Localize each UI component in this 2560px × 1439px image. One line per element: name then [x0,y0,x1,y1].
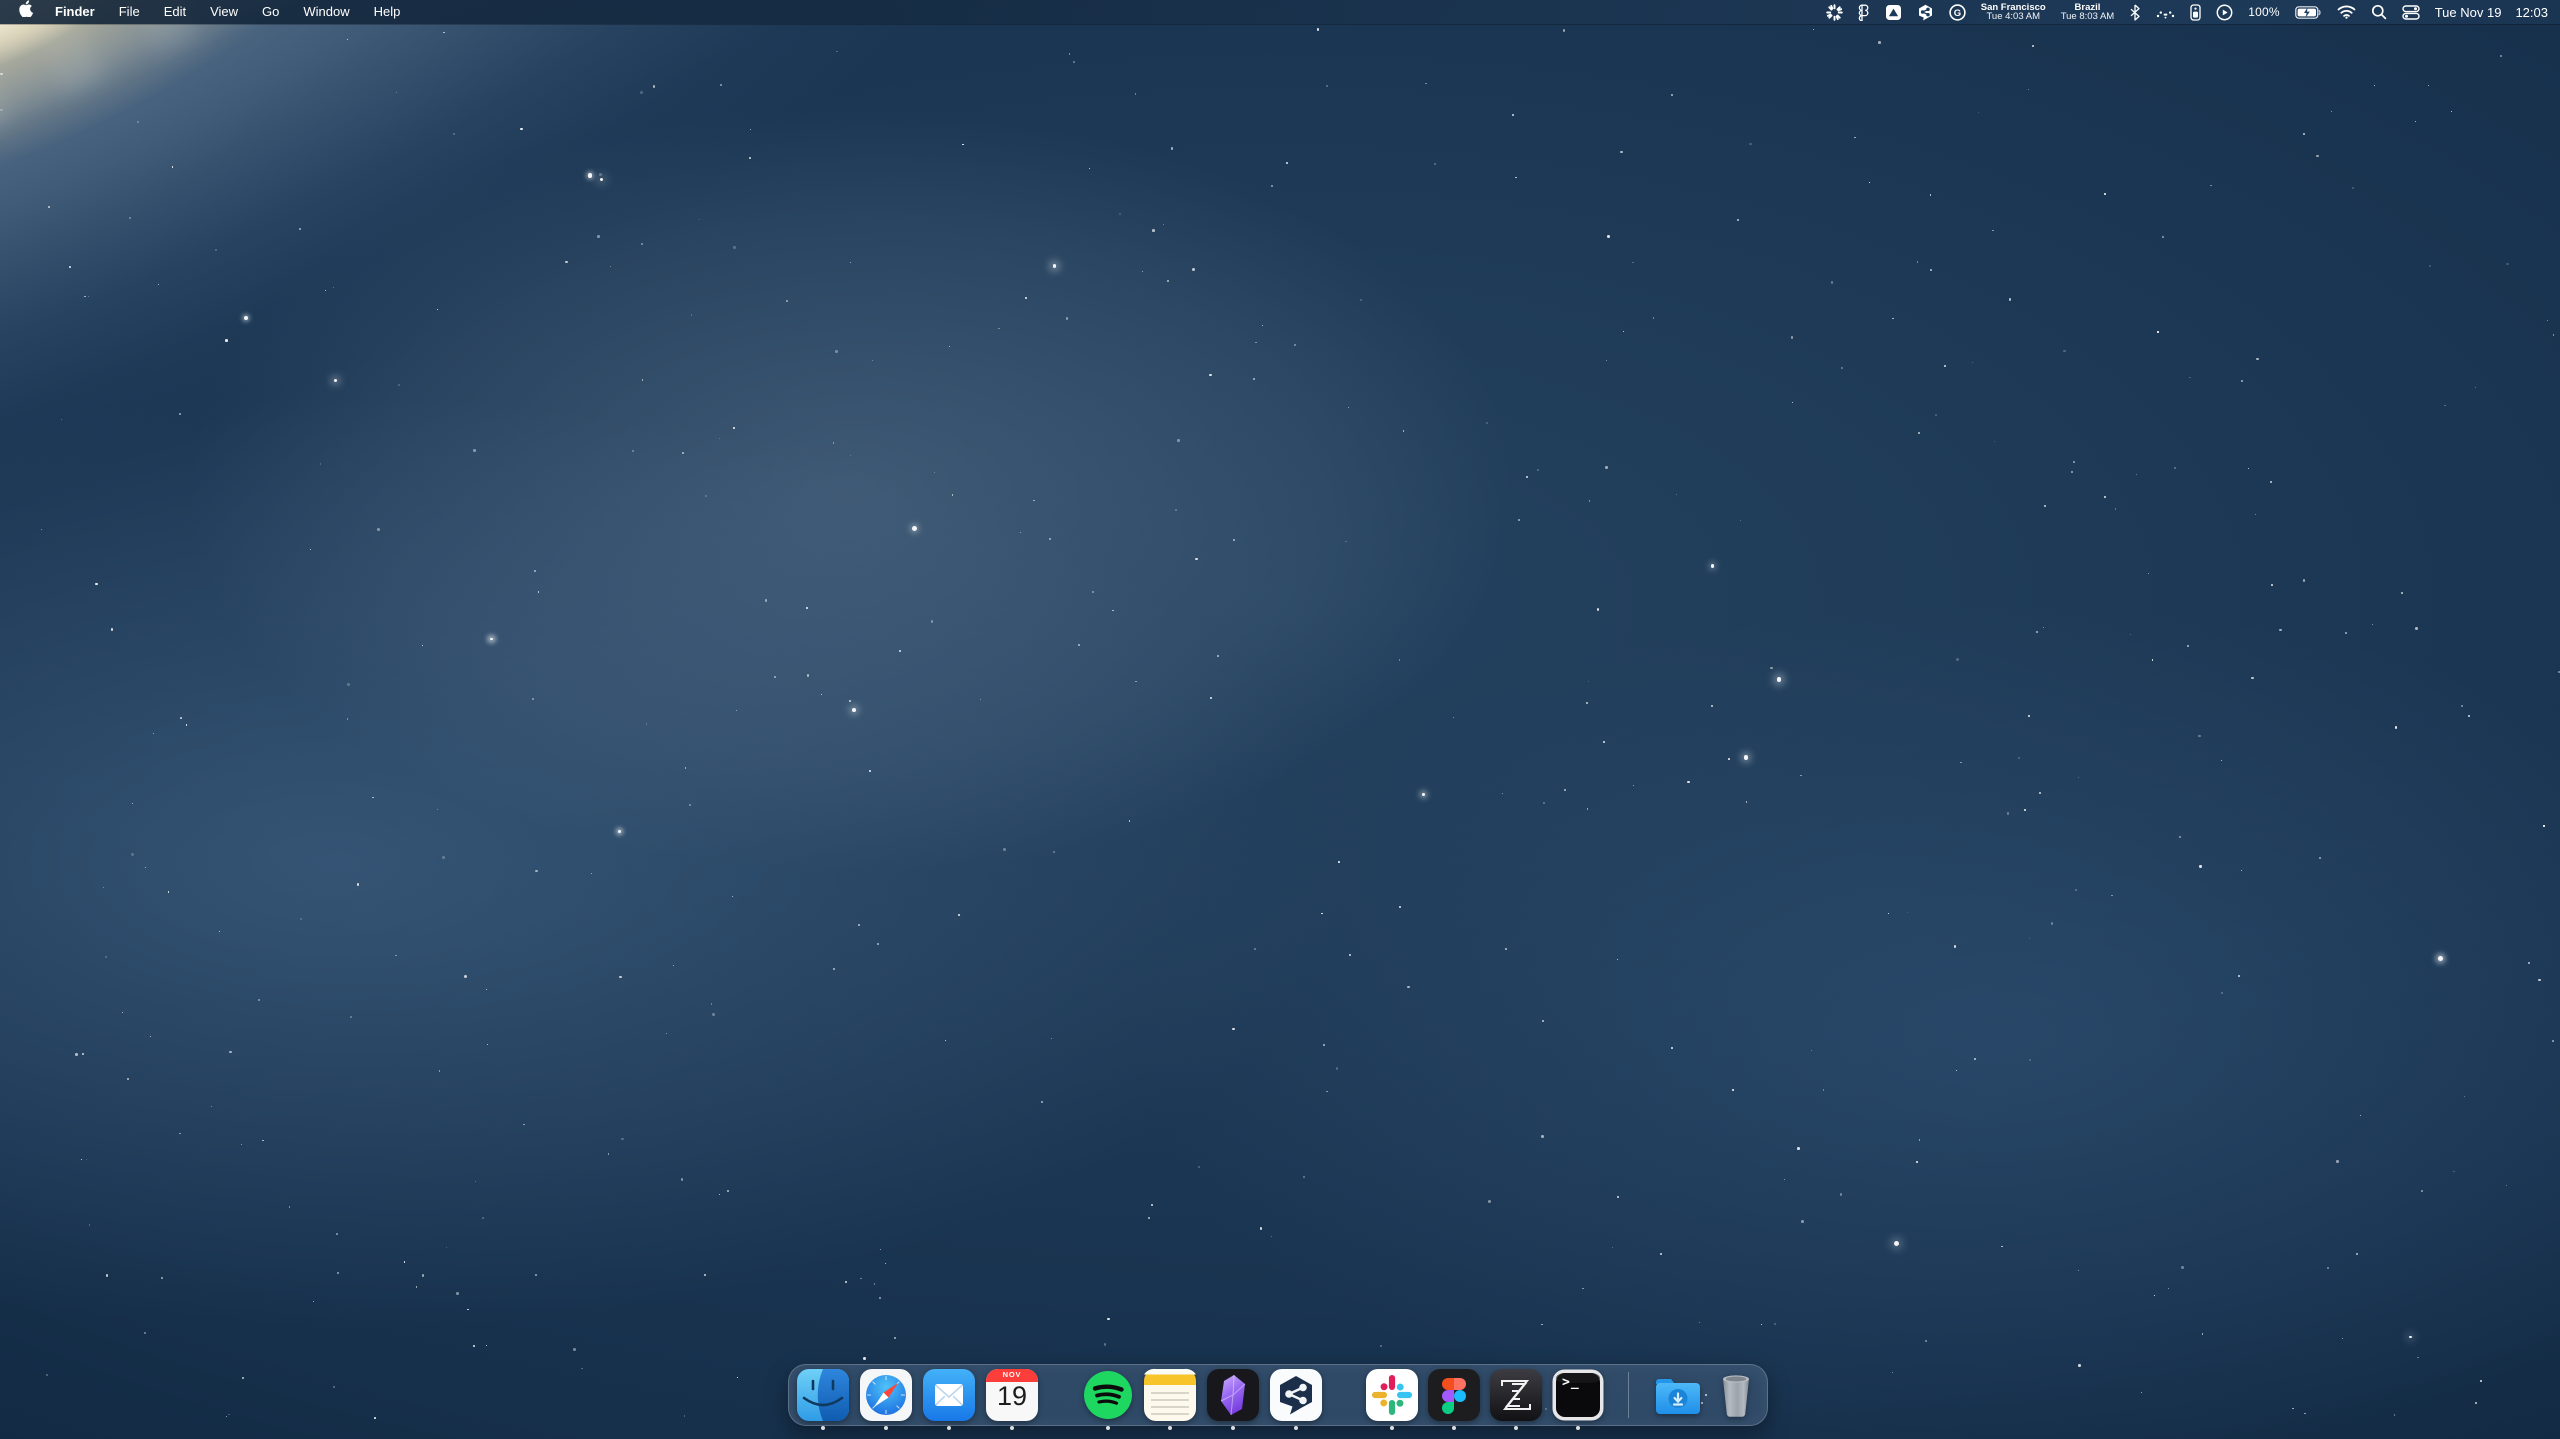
galaxy-dust-lane-2 [0,0,595,300]
sunburst-status-icon[interactable] [1826,0,1843,24]
running-indicator [1294,1426,1298,1430]
triangle-app-icon[interactable] [1885,0,1902,24]
dock-obsidian-icon[interactable] [1206,1368,1260,1422]
menu-view[interactable]: View [198,0,250,24]
galaxy-dust-lane [0,0,963,504]
running-indicator [1168,1426,1172,1430]
date-label: Tue Nov 19 [2435,5,2502,20]
running-indicator [884,1426,888,1430]
battery-percent: 100% [2248,5,2280,19]
svg-text:G: G [1954,8,1961,19]
dock-safari-icon[interactable] [859,1368,913,1422]
dock-notes-icon[interactable] [1143,1368,1197,1422]
control-center-icon[interactable] [2402,0,2420,24]
dock-figma-icon[interactable] [1427,1368,1481,1422]
menu-edit[interactable]: Edit [152,0,198,24]
g-circle-icon[interactable]: G [1949,0,1966,24]
running-indicator [1106,1426,1110,1430]
dock-zed-icon[interactable] [1489,1368,1543,1422]
dock-mail-icon[interactable] [922,1368,976,1422]
menu-bar: Finder File Edit View Go Window Help [0,0,2560,24]
menu-bar-clock[interactable]: Tue Nov 19 12:03 [2435,5,2548,20]
now-playing-icon[interactable] [2216,0,2233,24]
clock-time: Tue 8:03 AM [2061,12,2115,22]
running-indicator [1010,1426,1014,1430]
wifi-icon[interactable] [2337,0,2356,24]
galaxy-tail [0,0,518,337]
world-clock-san-francisco[interactable]: San Francisco Tue 4:03 AM [1981,3,2046,22]
stars-layer [0,0,2560,1439]
galaxy-core [0,0,507,354]
battery-charging-icon[interactable] [2295,0,2322,24]
time-label: 12:03 [2515,5,2548,20]
clock-time: Tue 4:03 AM [1986,12,2040,22]
menu-go[interactable]: Go [250,0,291,24]
menu-app-name[interactable]: Finder [43,0,107,24]
dock-spotify-icon[interactable] [1081,1368,1135,1422]
dock-terminal-icon[interactable]: >_ [1551,1368,1605,1422]
galaxy-band-ridge [0,0,1069,576]
galaxy-haze [0,0,1700,980]
dock-downloads-icon[interactable] [1651,1368,1705,1422]
dotted-arc-icon[interactable] [2156,0,2175,24]
dock-trash-icon[interactable] [1709,1368,1763,1422]
dock-calendar-icon[interactable]: NOV 19 [985,1368,1039,1422]
running-indicator [1514,1426,1518,1430]
desktop: Finder File Edit View Go Window Help [0,0,2560,1439]
wallpaper [0,0,2560,1439]
calendar-day-label: 19 [985,1381,1039,1412]
running-indicator [1452,1426,1456,1430]
spotlight-icon[interactable] [2371,0,2387,24]
dock-separator [1628,1372,1629,1418]
menu-help[interactable]: Help [362,0,413,24]
world-clock-brazil[interactable]: Brazil Tue 8:03 AM [2061,3,2115,22]
figma-menubar-icon[interactable] [1858,0,1870,24]
terminal-prompt-glyph: >_ [1562,1375,1580,1390]
apple-logo-icon [18,0,33,25]
dock-hexagon-chat-icon[interactable] [1269,1368,1323,1422]
menu-window[interactable]: Window [291,0,361,24]
running-indicator [1231,1426,1235,1430]
wallpaper-sky [0,0,2560,1439]
galaxy-band [0,0,1754,1127]
bluetooth-icon[interactable] [2129,0,2141,24]
galaxy-underglow [0,0,708,516]
running-indicator [1390,1426,1394,1430]
apple-menu[interactable] [18,0,43,25]
dock-slack-icon[interactable] [1365,1368,1419,1422]
hexagon-share-menubar-icon[interactable] [1917,0,1934,24]
calendar-month-label: NOV [985,1370,1039,1379]
running-indicator [947,1426,951,1430]
device-battery-icon[interactable] [2190,0,2201,24]
dock-finder-icon[interactable] [796,1368,850,1422]
running-indicator [821,1426,825,1430]
running-indicator [1576,1426,1580,1430]
menu-file[interactable]: File [107,0,152,24]
